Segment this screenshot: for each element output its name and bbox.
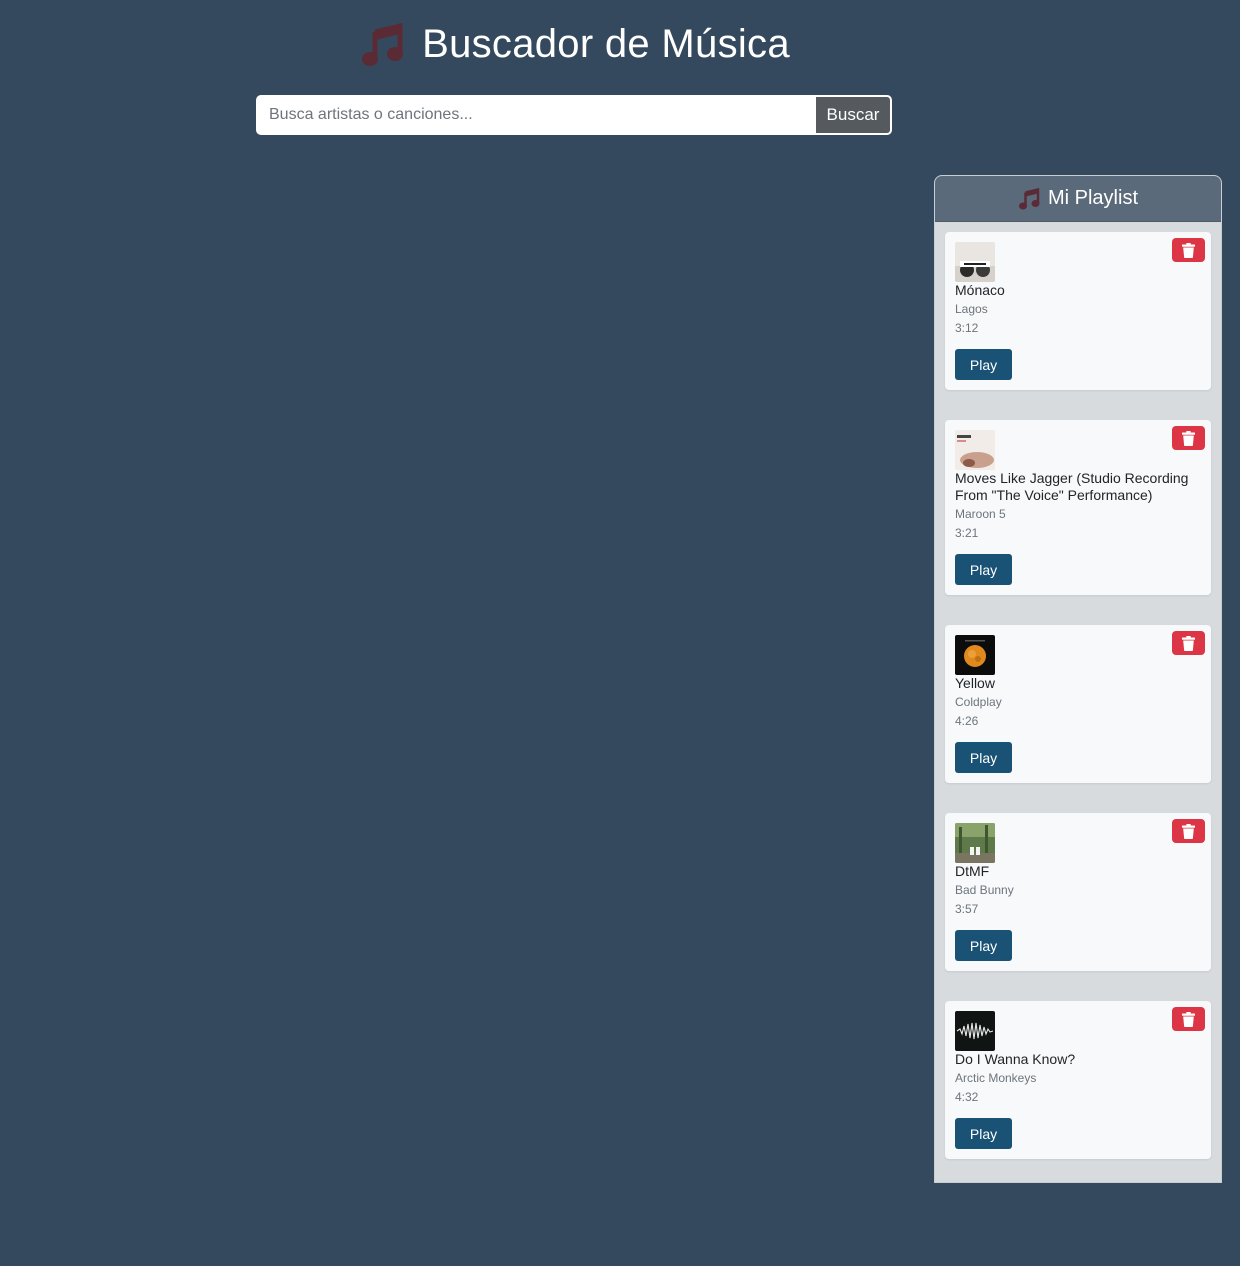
delete-track-button[interactable] — [1172, 238, 1205, 262]
app-header: Buscador de Música — [0, 22, 1150, 67]
trash-icon — [1182, 1011, 1195, 1027]
delete-track-button[interactable] — [1172, 631, 1205, 655]
album-cover-image — [955, 242, 995, 282]
playlist-track-card: DtMF Bad Bunny 3:57 Play — [945, 813, 1211, 971]
track-duration: 4:26 — [955, 714, 979, 728]
track-artist: Coldplay — [955, 695, 1002, 709]
trash-icon — [1182, 430, 1195, 446]
search-input[interactable] — [258, 97, 816, 133]
album-cover-image — [955, 430, 995, 470]
play-button[interactable]: Play — [955, 554, 1012, 585]
album-cover-image — [955, 635, 995, 675]
track-artist: Bad Bunny — [955, 883, 1014, 897]
play-button[interactable]: Play — [955, 1118, 1012, 1149]
music-note-icon — [1018, 187, 1040, 209]
album-cover-image — [955, 1011, 995, 1051]
playlist-track-card: Yellow Coldplay 4:26 Play — [945, 625, 1211, 783]
play-button[interactable]: Play — [955, 930, 1012, 961]
playlist-track-card: Moves Like Jagger (Studio Recording From… — [945, 420, 1211, 595]
playlist-track-card: Mónaco Lagos 3:12 Play — [945, 232, 1211, 390]
trash-icon — [1182, 823, 1195, 839]
music-note-icon — [362, 22, 404, 66]
track-artist: Maroon 5 — [955, 507, 1006, 521]
track-list: Mónaco Lagos 3:12 Play Moves Like Jagger… — [935, 222, 1221, 1159]
play-button[interactable]: Play — [955, 349, 1012, 380]
track-title: DtMF — [955, 863, 990, 879]
delete-track-button[interactable] — [1172, 426, 1205, 450]
track-title: Do I Wanna Know? — [955, 1051, 1076, 1067]
track-duration: 4:32 — [955, 1090, 979, 1104]
track-title: Yellow — [955, 675, 995, 691]
track-title: Moves Like Jagger (Studio Recording From… — [955, 470, 1189, 503]
delete-track-button[interactable] — [1172, 819, 1205, 843]
playlist-track-card: Do I Wanna Know? Arctic Monkeys 4:32 Pla… — [945, 1001, 1211, 1159]
track-artist: Arctic Monkeys — [955, 1071, 1037, 1085]
track-duration: 3:57 — [955, 902, 979, 916]
page-title: Buscador de Música — [422, 22, 790, 66]
playlist-header: Mi Playlist — [935, 176, 1221, 222]
trash-icon — [1182, 635, 1195, 651]
play-button[interactable]: Play — [955, 742, 1012, 773]
search-button[interactable]: Buscar — [816, 97, 890, 133]
search-bar: Buscar — [256, 95, 892, 135]
delete-track-button[interactable] — [1172, 1007, 1205, 1031]
playlist-title: Mi Playlist — [1047, 187, 1138, 209]
trash-icon — [1182, 242, 1195, 258]
track-artist: Lagos — [955, 302, 988, 316]
album-cover-image — [955, 823, 995, 863]
track-duration: 3:21 — [955, 526, 979, 540]
track-duration: 3:12 — [955, 321, 979, 335]
playlist-panel: Mi Playlist Mónaco Lagos 3:12 Play Moves… — [934, 175, 1222, 1183]
track-title: Mónaco — [955, 282, 1005, 298]
